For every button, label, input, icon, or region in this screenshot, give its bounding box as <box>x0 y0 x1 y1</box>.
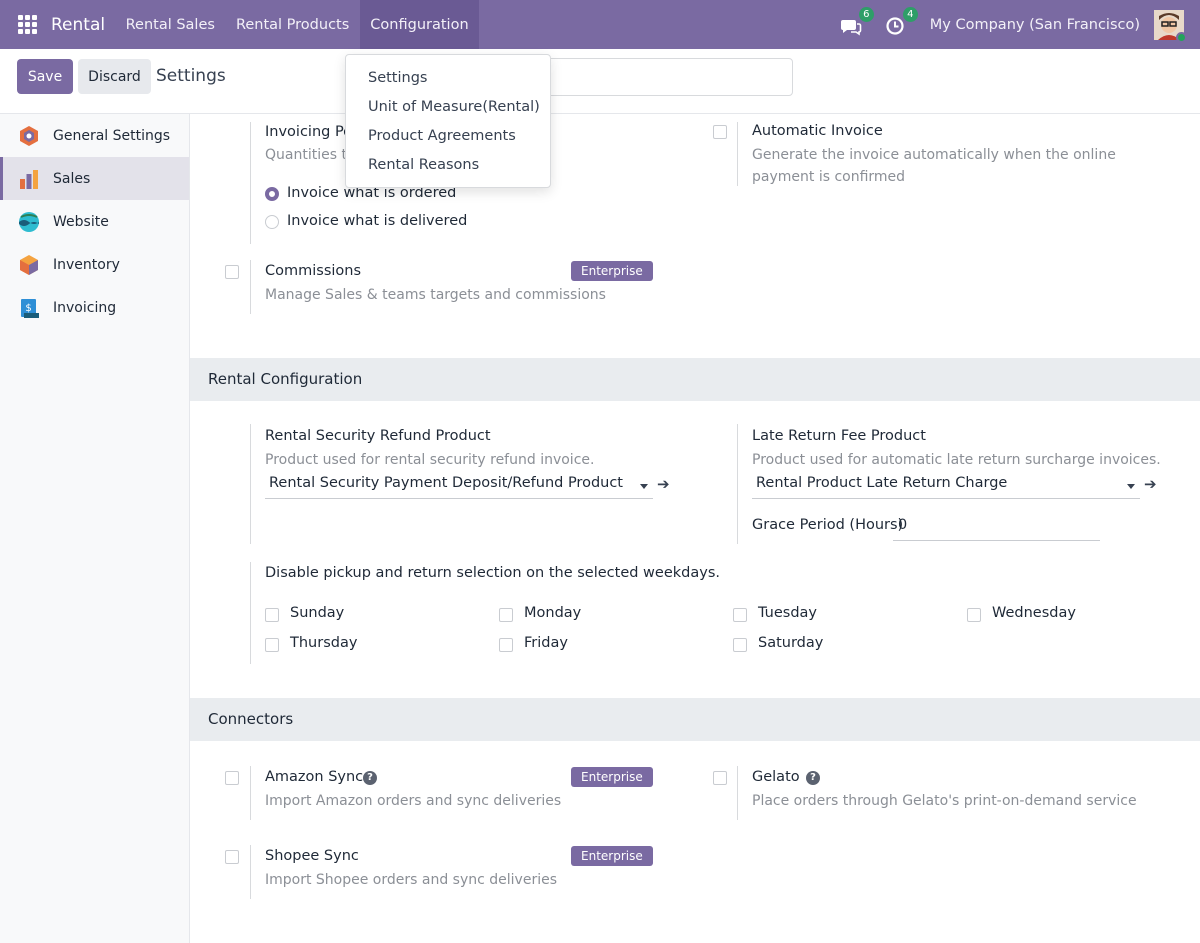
thursday-label[interactable]: Thursday <box>290 635 357 651</box>
save-button[interactable]: Save <box>17 59 73 94</box>
sidebar-item-label: Inventory <box>53 256 120 273</box>
settings-content: Invoicing Po Quantities t Invoice what i… <box>190 114 1200 943</box>
dropdown-item-product-agreements[interactable]: Product Agreements <box>346 121 550 150</box>
settings-sidebar: General Settings Sales Website Inventory… <box>0 114 190 943</box>
gelato-checkbox[interactable] <box>713 771 727 785</box>
section-title: Connectors <box>208 710 294 728</box>
chevron-down-icon[interactable] <box>640 484 648 489</box>
svg-text:$: $ <box>25 303 31 314</box>
website-icon <box>19 211 39 232</box>
grace-period-input[interactable]: 0 <box>898 517 907 533</box>
automatic-invoice-desc: Generate the invoice automatically when … <box>752 147 1116 185</box>
top-navbar: Rental Rental Sales Rental Products Conf… <box>0 0 1200 49</box>
help-icon[interactable]: ? <box>806 771 820 785</box>
clock-icon <box>886 16 904 35</box>
rental-configuration-header: Rental Configuration <box>190 358 1200 401</box>
security-refund-desc: Product used for rental security refund … <box>265 452 595 468</box>
configuration-dropdown-menu: Settings Unit of Measure(Rental) Product… <box>345 54 551 188</box>
sidebar-item-label: Website <box>53 213 109 230</box>
chevron-down-icon[interactable] <box>1127 484 1135 489</box>
activities-badge: 4 <box>902 6 918 22</box>
help-icon[interactable]: ? <box>363 771 377 785</box>
grace-period-label: Grace Period (Hours) <box>752 517 904 533</box>
commissions-desc: Manage Sales & teams targets and commiss… <box>265 287 606 303</box>
wednesday-label[interactable]: Wednesday <box>992 605 1076 621</box>
sidebar-item-sales[interactable]: Sales <box>0 157 189 200</box>
wednesday-checkbox[interactable] <box>967 608 981 622</box>
discard-button[interactable]: Discard <box>78 59 151 94</box>
sidebar-item-label: General Settings <box>53 127 171 144</box>
gelato-desc: Place orders through Gelato's print-on-d… <box>752 793 1137 809</box>
monday-checkbox[interactable] <box>499 608 513 622</box>
late-return-select[interactable]: Rental Product Late Return Charge <box>756 475 1007 491</box>
internal-link-arrow-icon[interactable]: ➔ <box>657 475 670 493</box>
menu-rental-products[interactable]: Rental Products <box>225 0 359 49</box>
tuesday-checkbox[interactable] <box>733 608 747 622</box>
sales-icon <box>20 169 38 189</box>
invoicing-icon: $ <box>21 298 39 318</box>
shopee-enterprise-badge: Enterprise <box>571 846 653 866</box>
sidebar-item-invoicing[interactable]: $ Invoicing <box>0 286 189 329</box>
sidebar-item-general-settings[interactable]: General Settings <box>0 114 189 157</box>
automatic-invoice-checkbox[interactable] <box>713 125 727 139</box>
weekdays-title: Disable pickup and return selection on t… <box>265 565 720 581</box>
shopee-sync-checkbox[interactable] <box>225 850 239 864</box>
apps-grid-icon[interactable] <box>18 14 38 35</box>
amazon-sync-title: Amazon Sync <box>265 769 364 785</box>
commissions-checkbox[interactable] <box>225 265 239 279</box>
dropdown-item-rental-reasons[interactable]: Rental Reasons <box>346 150 550 179</box>
commissions-enterprise-badge: Enterprise <box>571 261 653 281</box>
messages-button[interactable]: 6 <box>840 6 874 37</box>
saturday-checkbox[interactable] <box>733 638 747 652</box>
menu-rental-sales[interactable]: Rental Sales <box>115 0 225 49</box>
monday-label[interactable]: Monday <box>524 605 581 621</box>
general-settings-icon <box>20 125 38 146</box>
online-status-dot <box>1176 31 1187 43</box>
search-input[interactable] <box>545 58 793 96</box>
control-panel: Save Discard Settings <box>0 49 1200 114</box>
late-return-title: Late Return Fee Product <box>752 428 926 444</box>
invoice-delivered-radio[interactable] <box>265 215 279 229</box>
amazon-sync-desc: Import Amazon orders and sync deliveries <box>265 793 562 809</box>
inventory-icon <box>20 254 38 275</box>
messages-badge: 6 <box>858 6 874 22</box>
section-title: Rental Configuration <box>208 370 363 388</box>
automatic-invoice-title: Automatic Invoice <box>752 123 883 139</box>
menu-configuration[interactable]: Configuration <box>359 0 480 49</box>
sidebar-item-label: Sales <box>53 170 91 187</box>
friday-checkbox[interactable] <box>499 638 513 652</box>
commissions-title: Commissions <box>265 263 362 279</box>
thursday-checkbox[interactable] <box>265 638 279 652</box>
invoice-ordered-radio[interactable] <box>265 187 279 201</box>
shopee-sync-desc: Import Shopee orders and sync deliveries <box>265 872 557 888</box>
gelato-title: Gelato <box>752 769 800 785</box>
internal-link-arrow-icon[interactable]: ➔ <box>1144 475 1157 493</box>
amazon-sync-checkbox[interactable] <box>225 771 239 785</box>
security-refund-select[interactable]: Rental Security Payment Deposit/Refund P… <box>269 475 623 491</box>
dropdown-item-settings[interactable]: Settings <box>346 63 550 92</box>
invoice-delivered-label[interactable]: Invoice what is delivered <box>287 213 467 229</box>
company-switcher[interactable]: My Company (San Francisco) <box>930 17 1140 33</box>
app-brand[interactable]: Rental <box>51 15 105 35</box>
saturday-label[interactable]: Saturday <box>758 635 823 651</box>
amazon-enterprise-badge: Enterprise <box>571 767 653 787</box>
tuesday-label[interactable]: Tuesday <box>758 605 817 621</box>
friday-label[interactable]: Friday <box>524 635 568 651</box>
user-avatar[interactable] <box>1154 9 1187 43</box>
sidebar-item-website[interactable]: Website <box>0 200 189 243</box>
sidebar-item-inventory[interactable]: Inventory <box>0 243 189 286</box>
chat-icon <box>840 19 862 35</box>
invoicing-policy-desc: Quantities t <box>265 147 347 163</box>
activities-button[interactable]: 4 <box>884 6 918 37</box>
sidebar-item-label: Invoicing <box>53 299 117 316</box>
security-refund-title: Rental Security Refund Product <box>265 428 491 444</box>
shopee-sync-title: Shopee Sync <box>265 848 359 864</box>
breadcrumb: Settings <box>156 66 226 86</box>
dropdown-item-unit-of-measure[interactable]: Unit of Measure(Rental) <box>346 92 550 121</box>
sunday-checkbox[interactable] <box>265 608 279 622</box>
invoicing-policy-title: Invoicing Po <box>265 124 353 140</box>
sunday-label[interactable]: Sunday <box>290 605 344 621</box>
connectors-header: Connectors <box>190 698 1200 741</box>
late-return-desc: Product used for automatic late return s… <box>752 452 1161 468</box>
